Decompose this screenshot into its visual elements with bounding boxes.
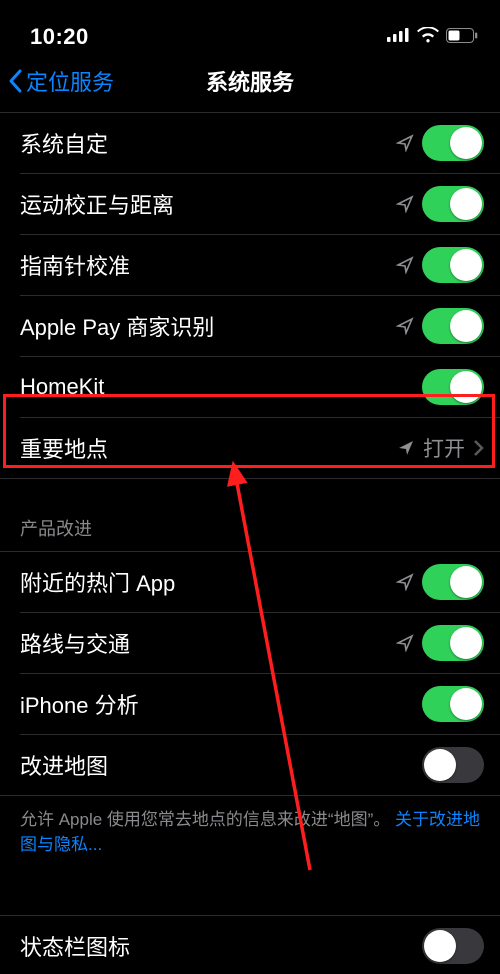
navigation-bar: 定位服务 系统服务 [0, 56, 500, 106]
row-label: 系统自定 [20, 127, 108, 159]
settings-group-improvement: 产品改进 附近的热门 App 路线与交通 iPhone 分析改进地图 允许 Appl… [0, 493, 500, 857]
toggle-switch[interactable] [422, 686, 484, 722]
toggle-switch[interactable] [422, 308, 484, 344]
location-arrow-icon [396, 195, 414, 213]
toggle-switch[interactable] [422, 369, 484, 405]
location-arrow-icon [396, 634, 414, 652]
group-header: 产品改进 [0, 493, 500, 551]
wifi-icon [417, 27, 439, 48]
footer-text: 允许 Apple 使用您常去地点的信息来改进“地图”。 [20, 810, 390, 829]
row-accessory [396, 308, 484, 344]
settings-row: 改进地图 [0, 735, 500, 795]
location-arrow-icon [396, 317, 414, 335]
chevron-left-icon [8, 69, 24, 93]
settings-row: 系统自定 [0, 113, 500, 173]
row-label: 运动校正与距离 [20, 188, 174, 220]
battery-icon [446, 28, 478, 48]
row-label: 指南针校准 [20, 249, 130, 281]
status-icons [387, 27, 478, 50]
row-label: HomeKit [20, 374, 104, 400]
toggle-switch[interactable] [422, 186, 484, 222]
row-label: 重要地点 [20, 432, 108, 464]
back-label: 定位服务 [26, 65, 114, 97]
status-time: 10:20 [30, 24, 89, 50]
settings-row: 指南针校准 [0, 235, 500, 295]
settings-row: iPhone 分析 [0, 674, 500, 734]
settings-group-statusbar: 状态栏图标 [0, 915, 500, 974]
location-arrow-icon [396, 256, 414, 274]
location-arrow-icon [396, 134, 414, 152]
row-accessory [396, 186, 484, 222]
cellular-icon [387, 28, 410, 47]
row-label: Apple Pay 商家识别 [20, 310, 214, 342]
row-accessory [396, 625, 484, 661]
row-label: 路线与交通 [20, 627, 130, 659]
location-arrow-icon [397, 439, 415, 457]
settings-row: 运动校正与距离 [0, 174, 500, 234]
row-accessory [422, 747, 484, 783]
location-arrow-icon [396, 573, 414, 591]
toggle-switch[interactable] [422, 625, 484, 661]
row-accessory [396, 125, 484, 161]
settings-group-system: 系统自定运动校正与距离指南针校准 Apple Pay 商家识别 HomeKit 重要… [0, 112, 500, 479]
row-status: 打开 [423, 433, 465, 463]
toggle-switch[interactable] [422, 125, 484, 161]
settings-row: HomeKit [0, 357, 500, 417]
back-button[interactable]: 定位服务 [8, 56, 114, 106]
toggle-switch[interactable] [422, 247, 484, 283]
row-accessory [396, 247, 484, 283]
page-title: 系统服务 [206, 65, 294, 97]
settings-row: 路线与交通 [0, 613, 500, 673]
settings-row: Apple Pay 商家识别 [0, 296, 500, 356]
chevron-right-icon [473, 439, 484, 457]
row-accessory [396, 564, 484, 600]
row-label: 状态栏图标 [20, 930, 130, 962]
row-accessory: 打开 [397, 433, 484, 463]
toggle-switch[interactable] [422, 747, 484, 783]
row-label: 附近的热门 App [20, 566, 175, 598]
row-accessory [422, 369, 484, 405]
row-accessory [422, 686, 484, 722]
settings-row: 附近的热门 App [0, 552, 500, 612]
group-footer: 允许 Apple 使用您常去地点的信息来改进“地图”。 关于改进地图与隐私... [0, 796, 500, 857]
toggle-switch[interactable] [422, 928, 484, 964]
row-label: iPhone 分析 [20, 688, 139, 720]
settings-row: 状态栏图标 [0, 916, 500, 974]
toggle-switch[interactable] [422, 564, 484, 600]
row-label: 改进地图 [20, 749, 108, 781]
row-accessory [422, 928, 484, 964]
row-significant-locations[interactable]: 重要地点 打开 [0, 418, 500, 478]
status-bar: 10:20 [0, 0, 500, 56]
